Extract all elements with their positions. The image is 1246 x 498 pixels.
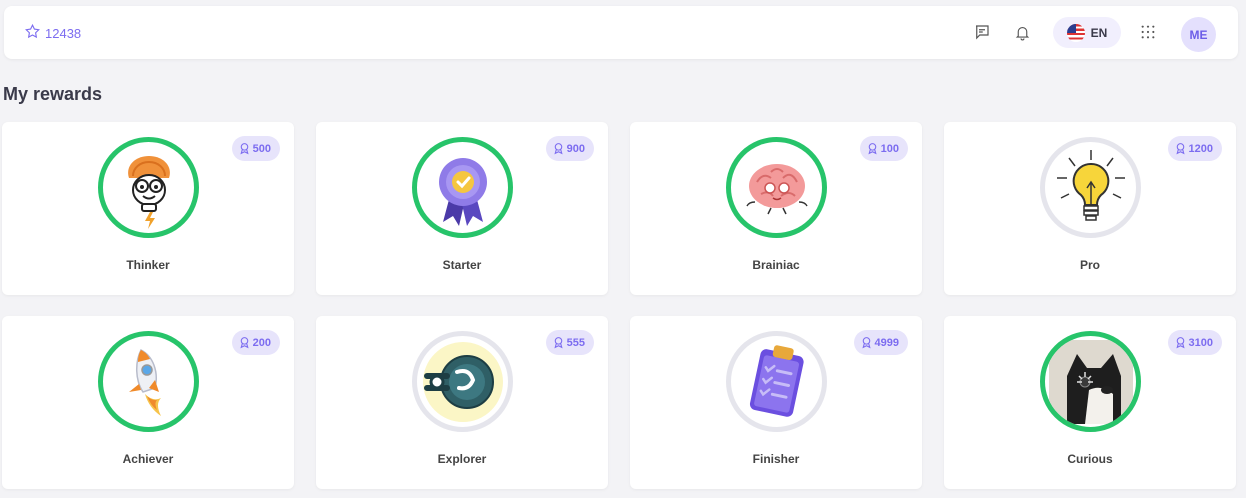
points-badge: 200: [231, 330, 280, 355]
points-badge: 1200: [1167, 136, 1222, 161]
points-value: 12438: [45, 25, 82, 41]
user-avatar[interactable]: ME: [1181, 17, 1216, 52]
page-title: My rewards: [3, 84, 103, 104]
language-code: EN: [1090, 25, 1108, 40]
bell-icon[interactable]: [1013, 23, 1031, 41]
points-badge: 555: [545, 330, 594, 355]
points-badge: 3100: [1167, 330, 1222, 355]
reward-card-finisher[interactable]: 4999 Finisher: [630, 316, 922, 489]
top-bar: 12438 EN ME: [4, 6, 1238, 59]
award-icon: [554, 337, 563, 349]
cat-photo-icon: [1040, 331, 1141, 432]
reward-card-curious[interactable]: 3100 Curious: [944, 316, 1236, 489]
meditating-brain-icon: [726, 137, 827, 238]
reward-name: Achiever: [122, 452, 174, 466]
award-icon: [868, 143, 877, 155]
award-icon: [240, 337, 249, 349]
reward-card-starter[interactable]: 900 Starter: [316, 122, 608, 295]
reward-card-pro[interactable]: 1200 Pro: [944, 122, 1236, 295]
message-icon[interactable]: [973, 23, 991, 41]
reward-name: Pro: [1079, 258, 1100, 272]
glowing-lightbulb-icon: [1040, 137, 1141, 238]
award-icon: [554, 143, 563, 155]
reward-name: Starter: [442, 258, 482, 272]
star-outline-icon: [24, 23, 41, 43]
points-display[interactable]: 12438: [24, 23, 81, 43]
reward-name: Brainiac: [752, 258, 800, 272]
reward-name: Explorer: [437, 452, 487, 466]
points-badge: 900: [545, 136, 594, 161]
clipboard-checklist-icon: [726, 331, 827, 432]
compass-circuit-icon: [412, 331, 513, 432]
reward-name: Finisher: [752, 452, 800, 466]
points-badge: 100: [859, 136, 908, 161]
reward-card-brainiac[interactable]: 100 Brainiac: [630, 122, 922, 295]
reward-card-thinker[interactable]: 500 Thinker: [2, 122, 294, 295]
reward-name: Thinker: [126, 258, 170, 272]
reward-card-achiever[interactable]: 200 Achiever: [2, 316, 294, 489]
reward-card-explorer[interactable]: 555 Explorer: [316, 316, 608, 489]
us-flag-icon: [1066, 23, 1085, 42]
points-badge: 4999: [853, 330, 908, 355]
award-icon: [240, 143, 249, 155]
lightbulb-brain-character-icon: [98, 137, 199, 238]
rocket-icon: [98, 331, 199, 432]
award-icon: [1175, 337, 1185, 349]
reward-name: Curious: [1067, 452, 1113, 466]
language-selector[interactable]: EN: [1053, 17, 1121, 48]
points-badge: 500: [231, 136, 280, 161]
award-icon: [861, 337, 871, 349]
award-icon: [1175, 143, 1185, 155]
apps-grid-icon[interactable]: [1139, 23, 1157, 41]
ribbon-badge-icon: [412, 137, 513, 238]
